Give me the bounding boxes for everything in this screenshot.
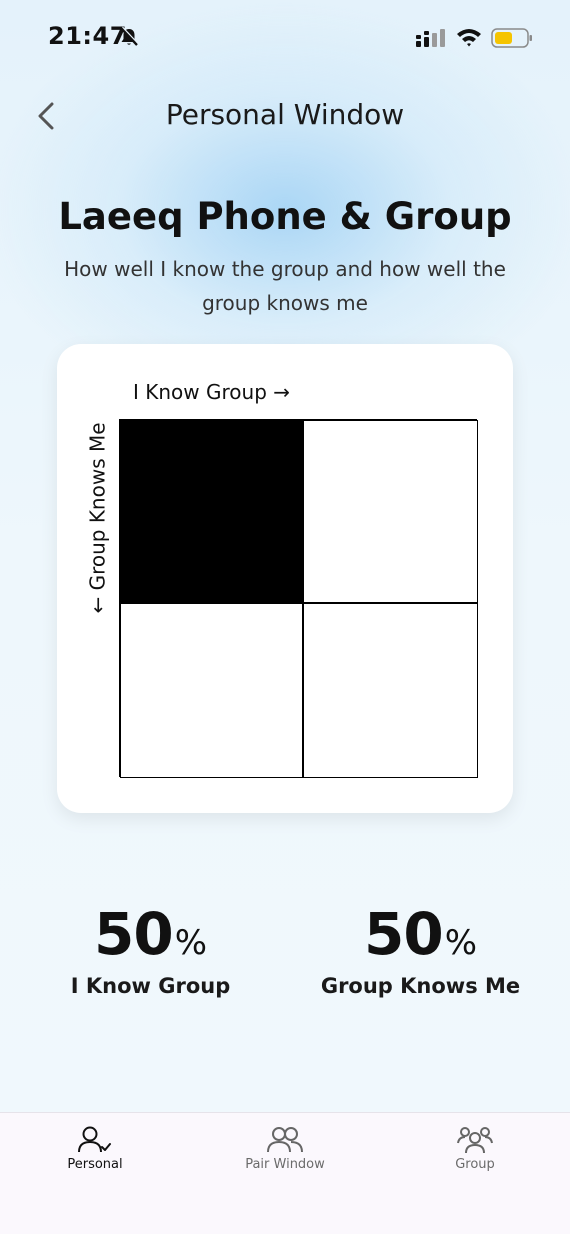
nav-label: Personal xyxy=(67,1157,123,1172)
page-title: Personal Window xyxy=(165,98,405,131)
battery-icon xyxy=(491,28,532,48)
status-bar: 21:47 xyxy=(0,0,570,76)
stat-group-knows-me: 50% Group Knows Me xyxy=(278,900,563,998)
group-title: Laeeq Phone & Group xyxy=(58,195,512,238)
stat-label: I Know Group xyxy=(70,974,231,998)
status-time: 21:47 xyxy=(48,22,127,50)
stat-number: 50 xyxy=(363,900,444,968)
window-grid xyxy=(119,419,478,778)
window-cell-bottom-right[interactable] xyxy=(303,603,478,778)
cellular-signal-icon xyxy=(416,29,445,47)
y-axis-label: ← Group Knows Me xyxy=(86,422,110,614)
stat-value: 50% xyxy=(94,900,207,968)
y-axis-label-container: ← Group Knows Me xyxy=(81,414,115,622)
bell-muted-icon xyxy=(120,26,139,46)
group-people-icon xyxy=(457,1127,493,1154)
stat-percent: % xyxy=(174,923,208,963)
nav-item-pair-window[interactable]: Pair Window xyxy=(190,1113,380,1183)
stat-i-know-group: 50% I Know Group xyxy=(8,900,293,998)
window-cell-bottom-left[interactable] xyxy=(120,603,303,778)
window-card: I Know Group → ← Group Knows Me xyxy=(57,344,513,813)
bottom-nav: Personal Pair Window Group xyxy=(0,1112,570,1234)
nav-item-personal[interactable]: Personal xyxy=(0,1113,190,1183)
window-cell-top-left[interactable] xyxy=(120,420,303,603)
stat-number: 50 xyxy=(93,900,174,968)
nav-label: Pair Window xyxy=(245,1157,325,1172)
group-subtitle: How well I know the group and how well t… xyxy=(64,257,506,315)
nav-label: Group xyxy=(455,1157,495,1172)
two-people-icon xyxy=(267,1127,303,1153)
stat-value: 50% xyxy=(364,900,477,968)
stat-label: Group Knows Me xyxy=(320,974,521,998)
x-axis-label: I Know Group → xyxy=(133,380,291,404)
person-check-icon xyxy=(78,1126,111,1153)
window-cell-top-right[interactable] xyxy=(303,420,478,603)
nav-item-group[interactable]: Group xyxy=(380,1113,570,1183)
stat-percent: % xyxy=(444,923,478,963)
wifi-icon xyxy=(457,29,481,47)
